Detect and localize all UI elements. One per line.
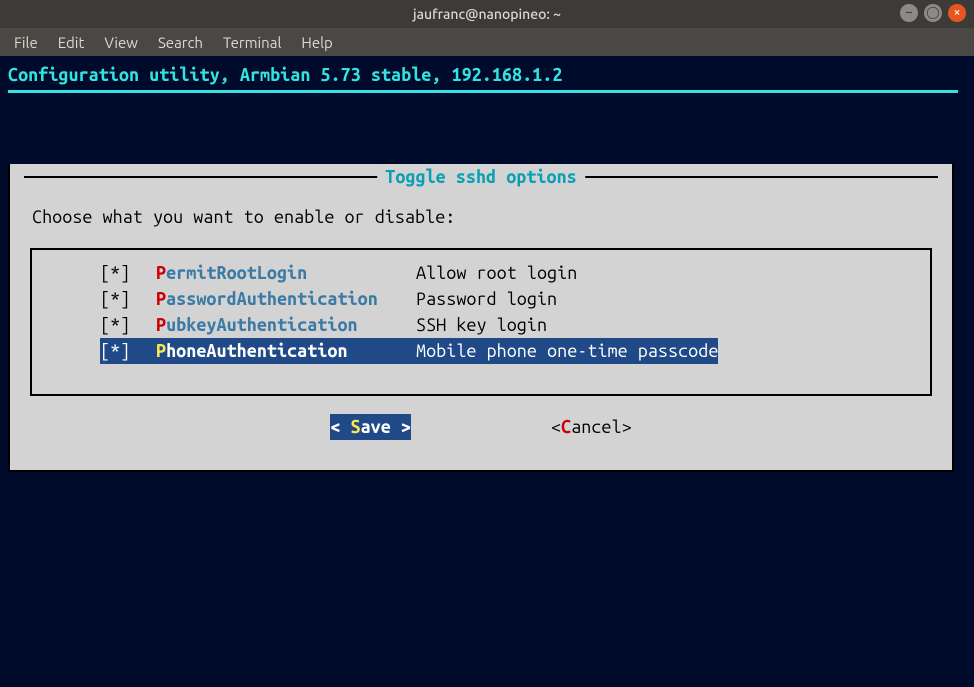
cancel-button[interactable]: <Cancel> [551,414,632,440]
window-controls: – ◯ × [900,4,966,22]
dialog-title: Toggle sshd options [377,164,585,190]
checkbox-icon[interactable]: [*] [100,312,156,338]
window-title: jaufranc@nanopineo: ~ [413,6,561,22]
option-desc: SSH key login [416,312,547,338]
checkbox-icon[interactable]: [*] [100,338,156,364]
option-desc: Password login [416,286,557,312]
menu-search[interactable]: Search [150,32,211,53]
option-pubkeyauthentication[interactable]: [*] PubkeyAuthentication SSH key login [32,312,930,338]
window-titlebar: jaufranc@nanopineo: ~ – ◯ × [0,0,974,28]
option-name: PermitRootLogin [156,260,416,286]
option-desc: Mobile phone one-time passcode [416,338,718,364]
menu-terminal[interactable]: Terminal [215,32,289,53]
header-rule [8,90,958,93]
menu-help[interactable]: Help [293,32,340,53]
menu-edit[interactable]: Edit [50,32,93,53]
option-passwordauthentication[interactable]: [*] PasswordAuthentication Password logi… [32,286,930,312]
option-permitrootlogin[interactable]: [*] PermitRootLogin Allow root login [32,260,930,286]
option-name: PasswordAuthentication [156,286,416,312]
options-box: [*] PermitRootLogin Allow root login [*]… [30,248,932,396]
checkbox-icon[interactable]: [*] [100,286,156,312]
option-phoneauthentication[interactable]: [*] PhoneAuthentication Mobile phone one… [32,338,930,364]
save-button[interactable]: < Save > [330,414,411,440]
close-button[interactable]: × [948,4,966,22]
menu-view[interactable]: View [96,32,146,53]
sshd-dialog: Toggle sshd options Choose what you want… [8,164,954,472]
terminal-area[interactable]: Configuration utility, Armbian 5.73 stab… [0,56,974,687]
menubar: File Edit View Search Terminal Help [0,28,974,56]
dialog-buttons: < Save > <Cancel> [24,414,938,450]
dialog-prompt: Choose what you want to enable or disabl… [32,204,938,230]
maximize-button[interactable]: ◯ [924,4,942,22]
option-desc: Allow root login [416,260,577,286]
option-name: PubkeyAuthentication [156,312,416,338]
minimize-button[interactable]: – [900,4,918,22]
option-name: PhoneAuthentication [156,338,416,364]
config-header: Configuration utility, Armbian 5.73 stab… [8,62,966,88]
checkbox-icon[interactable]: [*] [100,260,156,286]
menu-file[interactable]: File [6,32,46,53]
